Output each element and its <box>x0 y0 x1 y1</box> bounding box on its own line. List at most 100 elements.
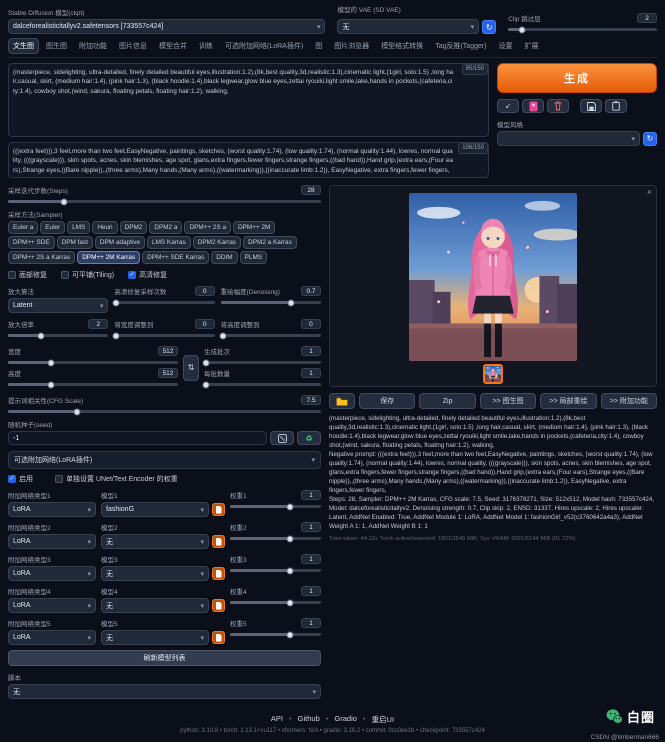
lora-model-info-button[interactable] <box>212 599 225 612</box>
cfg-scale-slider[interactable] <box>8 410 321 413</box>
steps-slider[interactable] <box>8 200 321 203</box>
hires-fix-checkbox[interactable]: ✓高清修复 <box>128 270 167 280</box>
sampler-option-selected[interactable]: DPM++ 2M Karras <box>77 251 140 264</box>
tab-checkpoint-merger[interactable]: 模型合并 <box>154 38 192 54</box>
batch-count-value[interactable]: 1 <box>301 346 321 356</box>
sampler-option[interactable]: LMS Karras <box>147 236 191 249</box>
lora-type-dropdown[interactable]: LoRA▾ <box>8 534 96 549</box>
upscaler-dropdown[interactable]: Latent ▾ <box>8 298 108 313</box>
generate-button[interactable]: 生成 <box>497 63 657 93</box>
open-folder-button[interactable] <box>329 393 355 409</box>
apply-style-button[interactable] <box>605 99 627 113</box>
tab-tagger[interactable]: Tag反推(Tagger) <box>430 38 491 54</box>
zip-button[interactable]: Zip <box>419 393 475 409</box>
resize-height-slider[interactable] <box>221 334 321 337</box>
reuse-seed-button[interactable]: ♻ <box>297 431 321 445</box>
send-to-inpaint-button[interactable]: >> 局部重绘 <box>540 393 596 409</box>
lora-type-dropdown[interactable]: LoRA▾ <box>8 630 96 645</box>
hires-steps-slider[interactable] <box>114 301 214 304</box>
gallery-thumbnail[interactable] <box>483 364 503 384</box>
sampler-option[interactable]: DDIM <box>211 251 237 264</box>
sampler-option[interactable]: DPM2 Karras <box>193 236 241 249</box>
lora-weight-value[interactable]: 1 <box>301 618 321 628</box>
batch-size-value[interactable]: 1 <box>301 368 321 378</box>
lora-model-info-button[interactable] <box>212 535 225 548</box>
negative-prompt-input[interactable]: (((extra feet))),3 feet,more than two fe… <box>8 142 489 178</box>
cfg-scale-value[interactable]: 7.5 <box>301 395 321 405</box>
batch-count-slider[interactable] <box>204 361 321 364</box>
paste-params-button[interactable]: ↙ <box>497 99 519 113</box>
gradio-link[interactable]: Gradio <box>334 714 357 725</box>
save-button[interactable]: 保存 <box>359 393 415 409</box>
clip-skip-slider[interactable] <box>508 28 657 31</box>
lora-model-dropdown[interactable]: fashionG▾ <box>101 502 209 517</box>
sampler-option[interactable]: DPM++ 2M <box>233 221 275 234</box>
tab-model-converter[interactable]: 模型格式转换 <box>376 38 428 54</box>
lora-type-dropdown[interactable]: LoRA▾ <box>8 566 96 581</box>
tab-txt2img[interactable]: 文生图 <box>8 38 39 54</box>
lora-separate-weights-checkbox[interactable]: 单独设置 UNet/Text Encoder 的权重 <box>55 474 178 484</box>
tab-png-info[interactable]: 图片信息 <box>114 38 152 54</box>
tab-gallery[interactable]: 图 <box>310 38 327 54</box>
sampler-option[interactable]: DPM2 a Karras <box>243 236 297 249</box>
tab-additional-networks[interactable]: 可选附加网络(LoRA插件) <box>220 38 308 54</box>
sampler-option[interactable]: DPM++ SDE Karras <box>142 251 209 264</box>
sampler-option[interactable]: DPM++ 2S a Karras <box>8 251 75 264</box>
tab-extensions[interactable]: 扩展 <box>520 38 544 54</box>
sampler-option[interactable]: Heun <box>92 221 117 234</box>
denoising-slider[interactable] <box>221 301 321 304</box>
resize-height-value[interactable]: 0 <box>301 319 321 329</box>
lora-type-dropdown[interactable]: LoRA▾ <box>8 502 96 517</box>
clip-skip-value[interactable]: 2 <box>637 13 657 23</box>
hires-steps-value[interactable]: 0 <box>195 286 215 296</box>
tab-img2img[interactable]: 图生图 <box>41 38 72 54</box>
refresh-styles-button[interactable]: ↻ <box>643 132 657 146</box>
upscale-by-slider[interactable] <box>8 334 108 337</box>
send-to-extras-button[interactable]: >> 附加功能 <box>601 393 657 409</box>
close-icon[interactable]: × <box>647 187 652 197</box>
tab-extras[interactable]: 附加功能 <box>74 38 112 54</box>
swap-dimensions-button[interactable]: ⇅ <box>183 355 199 381</box>
sampler-option[interactable]: PLMS <box>240 251 267 264</box>
send-to-img2img-button[interactable]: >> 图生图 <box>480 393 536 409</box>
script-dropdown[interactable]: 无 ▾ <box>8 684 321 699</box>
tab-settings[interactable]: 设置 <box>494 38 518 54</box>
sampler-option[interactable]: DPM2 <box>120 221 148 234</box>
lora-weight-slider[interactable] <box>230 537 321 540</box>
seed-input[interactable]: -1 <box>8 431 267 445</box>
sampler-option[interactable]: DPM fast <box>57 236 93 249</box>
sampler-option[interactable]: Euler a <box>8 221 38 234</box>
lora-weight-slider[interactable] <box>230 505 321 508</box>
lora-weight-value[interactable]: 1 <box>301 522 321 532</box>
batch-size-slider[interactable] <box>204 383 321 386</box>
styles-dropdown[interactable]: ▾ <box>497 131 640 146</box>
sampler-option[interactable]: DPM2 a <box>149 221 182 234</box>
sampler-option[interactable]: LMS <box>67 221 90 234</box>
result-gallery[interactable]: × <box>329 185 657 387</box>
prompt-input[interactable]: (masterpiece, sidelighting, ultra-detail… <box>8 63 489 137</box>
width-slider[interactable] <box>8 361 178 364</box>
lora-weight-value[interactable]: 1 <box>301 490 321 500</box>
lora-model-dropdown[interactable]: 无▾ <box>101 630 209 645</box>
github-link[interactable]: Github <box>298 714 320 725</box>
lora-weight-value[interactable]: 1 <box>301 554 321 564</box>
lora-weight-slider[interactable] <box>230 601 321 604</box>
refresh-models-button[interactable]: 刷新模型列表 <box>8 650 321 666</box>
restore-faces-checkbox[interactable]: 面部修复 <box>8 270 47 280</box>
lora-model-info-button[interactable] <box>212 503 225 516</box>
lora-weight-value[interactable]: 1 <box>301 586 321 596</box>
height-slider[interactable] <box>8 383 178 386</box>
resize-width-slider[interactable] <box>114 334 214 337</box>
api-link[interactable]: API <box>271 714 283 725</box>
lora-model-dropdown[interactable]: 无▾ <box>101 598 209 613</box>
generated-image[interactable] <box>409 193 577 361</box>
sampler-option[interactable]: DPM adaptive <box>95 236 145 249</box>
sampler-option[interactable]: DPM++ SDE <box>8 236 55 249</box>
lora-weight-slider[interactable] <box>230 633 321 636</box>
vae-dropdown[interactable]: 无 ▾ <box>337 19 479 34</box>
additional-networks-header[interactable]: 可选附加网络(LoRA插件) ▾ <box>8 451 321 469</box>
extra-networks-button[interactable] <box>522 99 544 113</box>
checkpoint-dropdown[interactable]: dalceforealisticitallyv2.safetensors [73… <box>8 19 325 34</box>
steps-value[interactable]: 28 <box>301 185 321 195</box>
denoising-value[interactable]: 0.7 <box>301 286 321 296</box>
